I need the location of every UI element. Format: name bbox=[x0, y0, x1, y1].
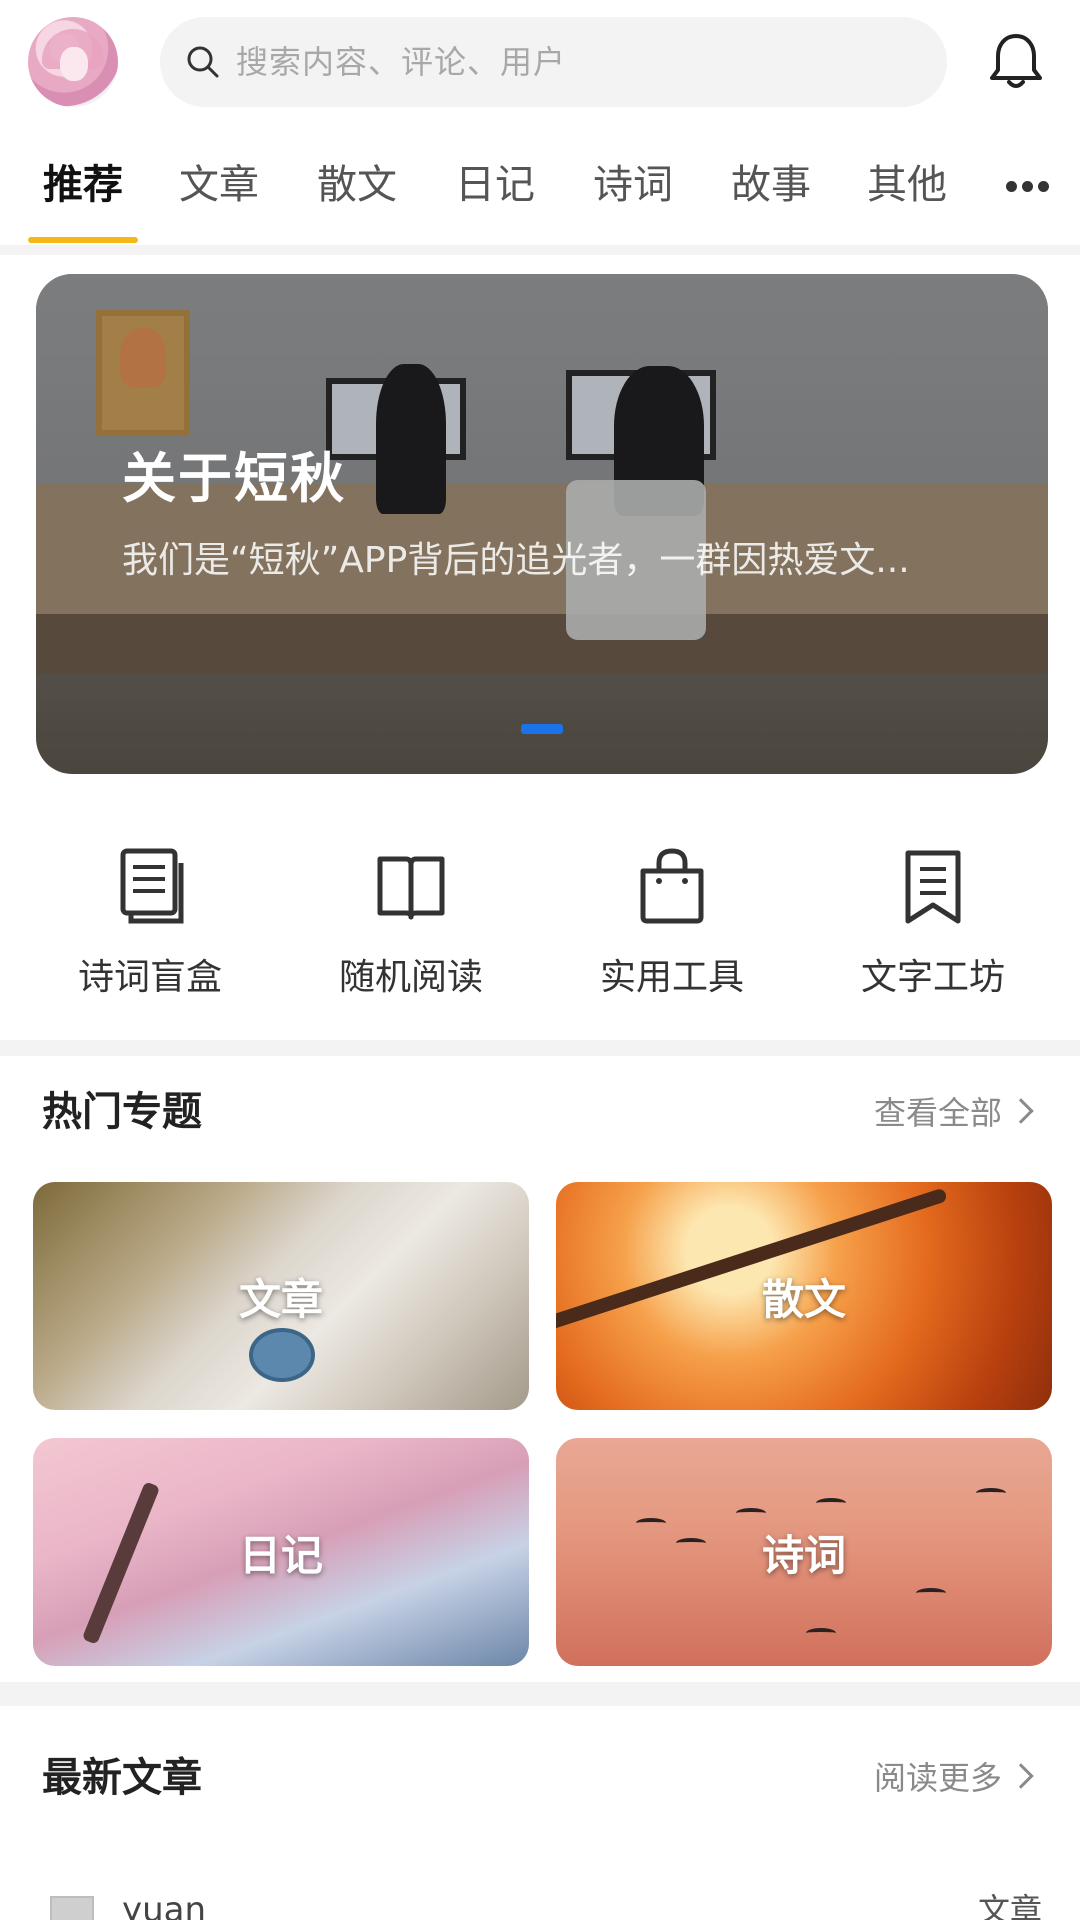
quick-random-read[interactable]: 随机阅读 bbox=[281, 835, 541, 1015]
quick-action-label: 诗词盲盒 bbox=[77, 957, 222, 998]
divider bbox=[0, 245, 1080, 255]
latest-articles-title: 最新文章 bbox=[42, 1755, 202, 1801]
topic-card-articles[interactable]: 文章 bbox=[33, 1182, 529, 1410]
banner-subtitle: 我们是“短秋”APP背后的追光者，一群因热爱文... bbox=[122, 540, 910, 581]
tab-stories[interactable]: 故事 bbox=[716, 145, 826, 235]
topic-card-label: 散文 bbox=[761, 1274, 846, 1324]
topic-card-label: 诗词 bbox=[761, 1530, 846, 1580]
topic-card-diary[interactable]: 日记 bbox=[33, 1438, 529, 1666]
hero-banner[interactable]: 关于短秋 我们是“短秋”APP背后的追光者，一群因热爱文... bbox=[36, 274, 1048, 774]
document-icon bbox=[120, 848, 184, 924]
category-tabs: 推荐 文章 散文 日记 诗词 故事 其他 bbox=[0, 145, 1080, 245]
search-icon bbox=[187, 46, 219, 78]
banner-title: 关于短秋 bbox=[122, 447, 346, 510]
topic-card-label: 日记 bbox=[238, 1530, 323, 1580]
read-more-link[interactable]: 阅读更多 bbox=[873, 1753, 1034, 1803]
tab-recommend[interactable]: 推荐 bbox=[28, 145, 138, 235]
carousel-indicator[interactable] bbox=[521, 724, 563, 734]
avatar-face bbox=[60, 47, 88, 81]
view-all-label: 查看全部 bbox=[873, 1094, 1002, 1132]
quick-poetry-blindbox[interactable]: 诗词盲盒 bbox=[20, 835, 280, 1015]
more-tabs-icon[interactable] bbox=[1006, 175, 1050, 195]
quick-tools[interactable]: 实用工具 bbox=[542, 835, 802, 1015]
topic-card-label: 文章 bbox=[238, 1274, 323, 1324]
banner-overlay bbox=[36, 274, 1048, 774]
article-category: 文章 bbox=[977, 1891, 1042, 1920]
open-book-icon bbox=[377, 856, 445, 920]
search-placeholder: 搜索内容、评论、用户 bbox=[236, 43, 567, 81]
avatar[interactable] bbox=[28, 17, 118, 107]
read-more-label: 阅读更多 bbox=[873, 1759, 1002, 1797]
bookmark-icon bbox=[905, 850, 961, 924]
tab-prose[interactable]: 散文 bbox=[302, 145, 412, 235]
search-bar[interactable]: 搜索内容、评论、用户 bbox=[160, 17, 947, 107]
tab-poetry[interactable]: 诗词 bbox=[578, 145, 688, 235]
quick-action-label: 实用工具 bbox=[599, 957, 744, 998]
quick-action-label: 随机阅读 bbox=[338, 957, 483, 998]
chevron-right-icon bbox=[1008, 1098, 1034, 1124]
active-tab-indicator bbox=[28, 237, 138, 243]
quick-action-label: 文字工坊 bbox=[860, 957, 1005, 998]
article-list-item[interactable]: yuan 文章 bbox=[0, 1880, 1080, 1920]
bag-icon bbox=[640, 848, 704, 924]
tab-diary[interactable]: 日记 bbox=[440, 145, 550, 235]
topic-card-prose[interactable]: 散文 bbox=[556, 1182, 1052, 1410]
chevron-right-icon bbox=[1008, 1763, 1034, 1789]
divider bbox=[0, 1682, 1080, 1706]
author-avatar bbox=[50, 1896, 94, 1920]
article-author: yuan bbox=[122, 1890, 207, 1920]
tab-other[interactable]: 其他 bbox=[852, 145, 962, 235]
top-header: 搜索内容、评论、用户 bbox=[0, 0, 1080, 125]
view-all-link[interactable]: 查看全部 bbox=[873, 1088, 1034, 1138]
tab-articles[interactable]: 文章 bbox=[164, 145, 274, 235]
divider bbox=[0, 1040, 1080, 1056]
quick-actions: 诗词盲盒 随机阅读 实用工具 文字工坊 bbox=[0, 835, 1080, 1015]
topic-card-poetry[interactable]: 诗词 bbox=[556, 1438, 1052, 1666]
notification-bell-icon[interactable] bbox=[988, 30, 1044, 92]
hot-topics-title: 热门专题 bbox=[42, 1089, 202, 1135]
quick-writing-workshop[interactable]: 文字工坊 bbox=[803, 835, 1063, 1015]
